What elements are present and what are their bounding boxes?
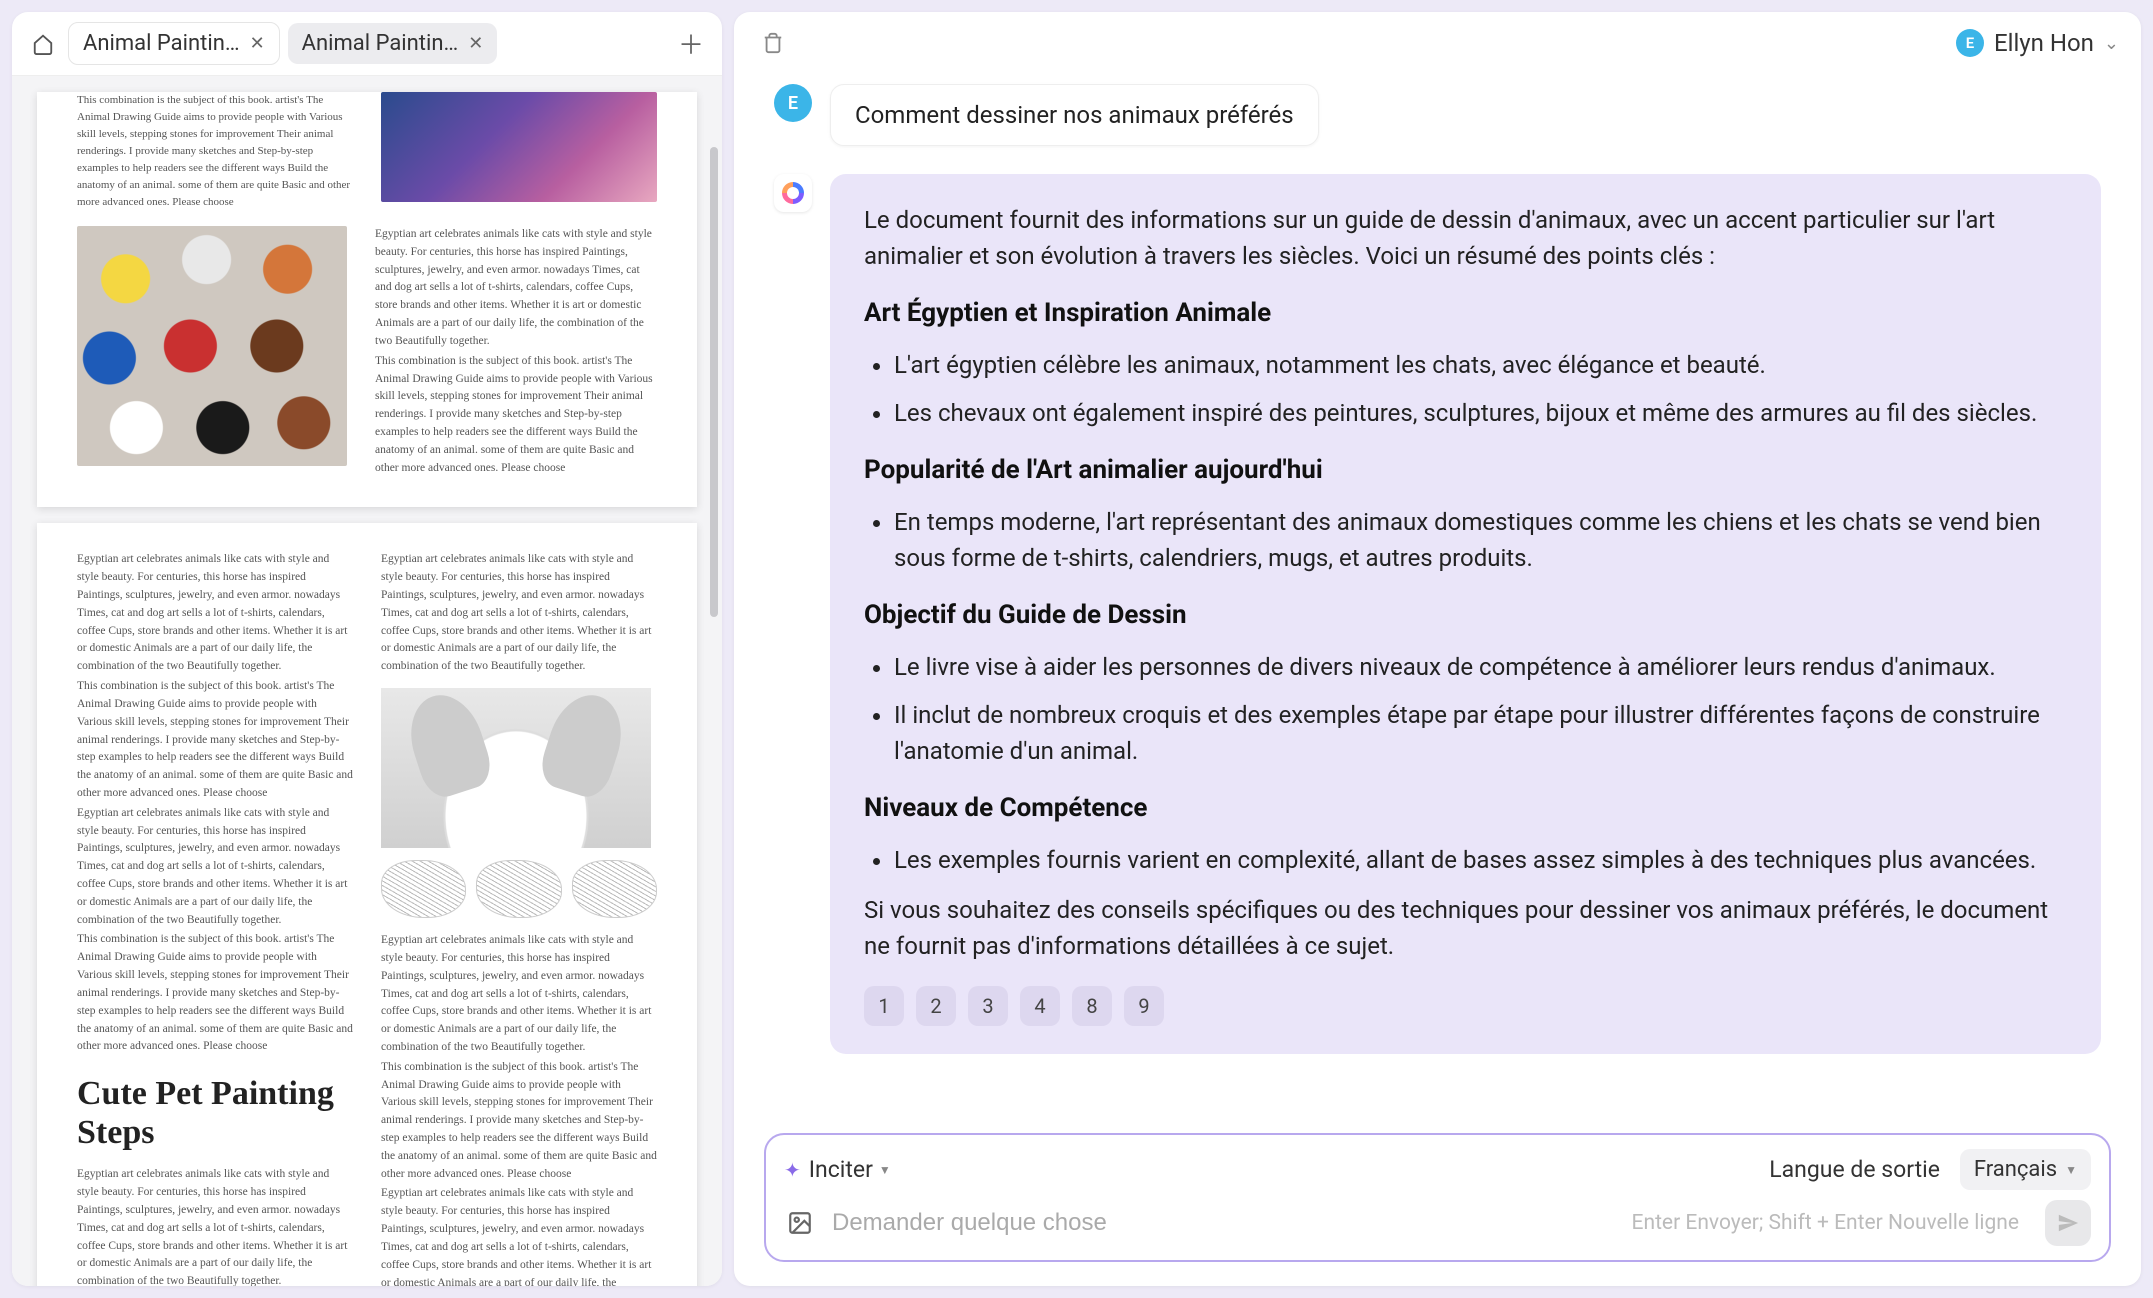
lang-label: Langue de sortie [1769,1156,1940,1183]
ref-1[interactable]: 1 [864,986,904,1026]
doc-text: Egyptian art celebrates animals like cat… [381,932,657,1057]
reference-pills: 1 2 3 4 8 9 [864,986,2067,1026]
ai-message: Le document fournit des informations sur… [830,174,2101,1054]
list-item: En temps moderne, l'art représentant des… [894,504,2067,576]
prompt-bar: ✦ Inciter ▼ Langue de sortie Français ▼ … [764,1133,2111,1262]
sketch-1 [381,860,466,918]
conversation[interactable]: E Comment dessiner nos animaux préférés … [734,74,2141,1133]
doc-page-2: Egyptian art celebrates animals like cat… [37,523,697,1286]
inciter-label: Inciter [809,1156,873,1183]
chat-header: E Ellyn Hon ⌄ [734,12,2141,74]
lang-value: Français [1974,1157,2057,1182]
delete-button[interactable] [756,26,790,60]
sketch-2 [476,860,561,918]
home-button[interactable] [26,27,60,61]
dog-image [381,688,651,848]
user-name: Ellyn Hon [1994,29,2094,57]
ai-message-row: Le document fournit des informations sur… [774,174,2101,1054]
tab-1-label: Animal Paintin… [83,31,240,56]
sketch-3 [572,860,657,918]
doc-page-1: This combination is the subject of this … [37,92,697,507]
doc-text: This combination is the subject of this … [381,1059,657,1184]
chat-pane: E Ellyn Hon ⌄ E Comment dessiner nos ani… [734,12,2141,1286]
ai-section-title: Niveaux de Compétence [864,789,2067,828]
document-pane: Animal Paintin… ✕ Animal Paintin… ✕ ＋ Th… [12,12,722,1286]
doc-text: Egyptian art celebrates animals like cat… [77,1166,353,1286]
ai-list: Les exemples fournis varient en complexi… [864,842,2067,878]
hero-image [381,92,657,202]
send-button[interactable] [2045,1200,2091,1246]
chevron-down-icon: ▼ [879,1163,891,1177]
language-select[interactable]: Français ▼ [1960,1149,2091,1190]
tab-1[interactable]: Animal Paintin… ✕ [68,22,280,65]
ref-3[interactable]: 3 [968,986,1008,1026]
ai-intro: Le document fournit des informations sur… [864,202,2067,274]
paint-cans-image [77,226,347,466]
tab-2[interactable]: Animal Paintin… ✕ [288,23,498,64]
ref-2[interactable]: 2 [916,986,956,1026]
ref-4[interactable]: 4 [1020,986,1060,1026]
ai-section-title: Popularité de l'Art animalier aujourd'hu… [864,451,2067,490]
list-item: Le livre vise à aider les personnes de d… [894,649,2067,685]
ai-logo-icon [782,182,804,204]
close-icon[interactable]: ✕ [468,33,483,54]
prompt-input[interactable] [832,1209,1616,1237]
chevron-down-icon: ▼ [2065,1163,2077,1177]
avatar: E [774,84,812,122]
ai-list: L'art égyptien célèbre les animaux, nota… [864,347,2067,431]
ai-section-title: Objectif du Guide de Dessin [864,596,2067,635]
tab-bar: Animal Paintin… ✕ Animal Paintin… ✕ ＋ [12,12,722,76]
doc-text: Egyptian art celebrates animals like cat… [77,805,353,930]
user-menu[interactable]: E Ellyn Hon ⌄ [1956,29,2119,57]
doc-text: Egyptian art celebrates animals like cat… [77,551,353,676]
doc-text: Egyptian art celebrates animals like cat… [381,551,657,676]
ai-list: Le livre vise à aider les personnes de d… [864,649,2067,769]
chevron-down-icon: ⌄ [2104,33,2119,54]
sparkle-icon: ✦ [784,1158,801,1182]
tab-2-label: Animal Paintin… [302,31,459,56]
ref-9[interactable]: 9 [1124,986,1164,1026]
inciter-dropdown[interactable]: Inciter ▼ [809,1156,891,1183]
doc-heading: Cute Pet Painting Steps [77,1074,353,1152]
prompt-hint: Enter Envoyer; Shift + Enter Nouvelle li… [1632,1211,2019,1235]
user-message: Comment dessiner nos animaux préférés [830,84,1319,146]
ref-8[interactable]: 8 [1072,986,1112,1026]
list-item: L'art égyptien célèbre les animaux, nota… [894,347,2067,383]
document-scroll[interactable]: This combination is the subject of this … [12,76,722,1286]
ai-outro: Si vous souhaitez des conseils spécifiqu… [864,892,2067,964]
sketch-row [381,860,657,918]
close-icon[interactable]: ✕ [250,33,265,54]
doc-text: This combination is the subject of this … [77,931,353,1056]
doc-text: This combination is the subject of this … [77,92,353,211]
list-item: Les chevaux ont également inspiré des pe… [894,395,2067,431]
list-item: Les exemples fournis varient en complexi… [894,842,2067,878]
doc-text: Egyptian art celebrates animals like cat… [381,1185,657,1286]
ai-list: En temps moderne, l'art représentant des… [864,504,2067,576]
image-button[interactable] [784,1207,816,1239]
scrollbar[interactable] [710,146,718,1266]
list-item: Il inclut de nombreux croquis et des exe… [894,697,2067,769]
avatar: E [1956,29,1984,57]
add-tab-button[interactable]: ＋ [674,27,708,61]
doc-text: This combination is the subject of this … [77,678,353,803]
ai-section-title: Art Égyptien et Inspiration Animale [864,294,2067,333]
doc-text: This combination is the subject of this … [375,353,657,478]
doc-text: Egyptian art celebrates animals like cat… [375,226,657,351]
ai-avatar [774,174,812,212]
user-message-row: E Comment dessiner nos animaux préférés [774,84,2101,146]
